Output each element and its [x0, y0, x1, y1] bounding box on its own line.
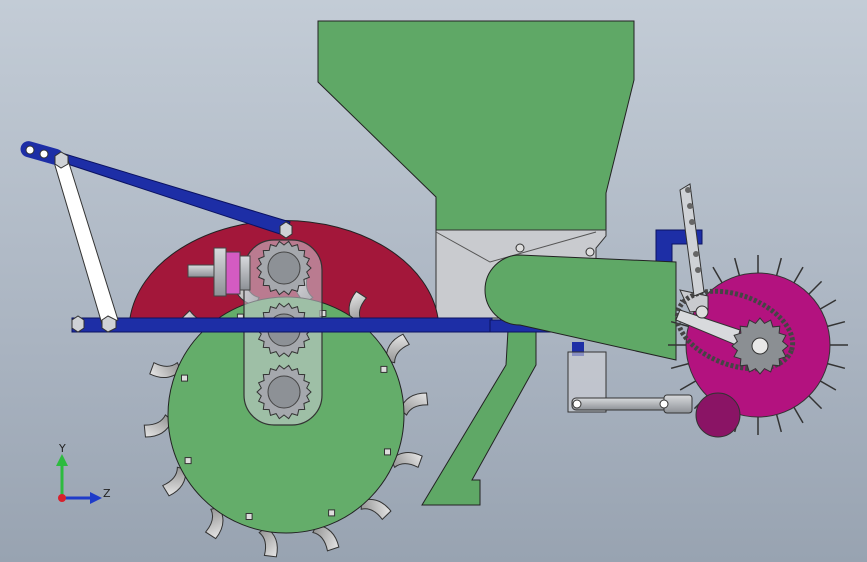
press-wheel-spike: [679, 379, 698, 391]
press-wheel-spike: [775, 257, 783, 278]
planter-assembly-drawing: Y Z: [20, 20, 848, 558]
wheel-bolt: [181, 374, 188, 382]
wheel-bolt: [245, 513, 253, 520]
sprocket: [731, 317, 789, 375]
press-wheel-spike: [792, 266, 804, 285]
press-wheel-spike: [670, 362, 691, 370]
press-wheel-spike: [775, 412, 783, 433]
wheel-bolt: [384, 448, 391, 456]
wheel-bolt: [380, 365, 388, 373]
press-wheel-spike: [806, 280, 823, 297]
coordinate-triad: Y Z: [56, 442, 111, 504]
press-wheel-spike: [792, 405, 804, 424]
sprocket-hub: [751, 337, 769, 355]
y-axis-label: Y: [58, 442, 66, 455]
press-wheel-spike: [825, 320, 846, 328]
press-wheel-spike: [712, 266, 724, 285]
press-wheel-spike: [733, 257, 741, 278]
press-wheel-spike: [818, 379, 837, 391]
z-axis-label: Z: [103, 487, 111, 500]
cad-viewport[interactable]: Y Z: [0, 0, 867, 562]
spring-cylinder: [567, 351, 693, 414]
wheel-bolt: [328, 509, 336, 517]
press-wheel-spike: [806, 393, 823, 410]
press-wheel-spike: [825, 362, 846, 370]
wheel-bolt: [184, 457, 192, 465]
delivery-chute: [421, 329, 537, 506]
gear-hub: [267, 375, 301, 409]
origin-marker: [58, 494, 66, 502]
gear-hub: [267, 251, 301, 285]
press-wheel-spike: [818, 299, 837, 311]
